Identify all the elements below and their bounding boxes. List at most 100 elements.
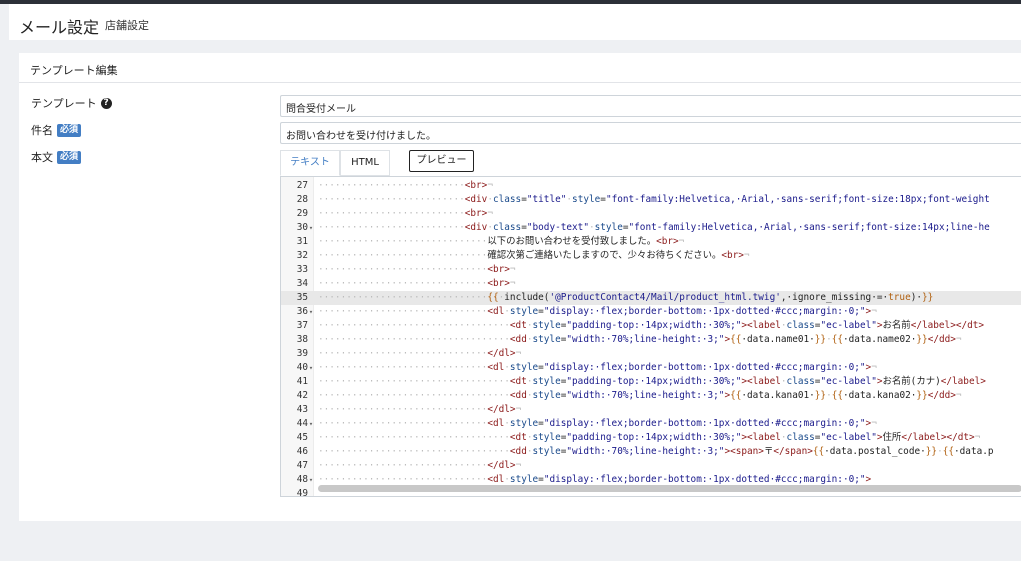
code-line[interactable]: 34 ······························<br>¬ bbox=[281, 277, 1021, 291]
code-line[interactable]: 38 ··································<dd·… bbox=[281, 333, 1021, 347]
line-number: 48 bbox=[296, 474, 308, 485]
line-number: 28 bbox=[296, 194, 308, 205]
indent-guide: ·································· bbox=[318, 334, 510, 345]
code-line[interactable]: 29 ··························<br>¬ bbox=[281, 207, 1021, 221]
code-token: ¬ bbox=[955, 334, 962, 345]
code-token: "display:·flex;border-bottom:·1px·dotted… bbox=[543, 474, 866, 485]
fold-arrow-icon[interactable]: ▾ bbox=[308, 221, 314, 235]
code-token: </dl> bbox=[487, 348, 516, 359]
code-token: <br> bbox=[464, 180, 488, 191]
code-token: </dd> bbox=[927, 390, 956, 401]
code-line[interactable]: 42 ··································<dd·… bbox=[281, 389, 1021, 403]
code-token: style bbox=[532, 320, 561, 331]
horizontal-scrollbar[interactable] bbox=[318, 485, 1021, 492]
code-token: <br> bbox=[464, 208, 488, 219]
code-token: ¬ bbox=[871, 418, 877, 429]
indent-guide: ······························ bbox=[318, 362, 488, 373]
code-token: }} bbox=[925, 446, 938, 457]
code-token: お名前 bbox=[882, 320, 911, 331]
code-token: </dd> bbox=[927, 334, 956, 345]
line-number: 34 bbox=[296, 278, 308, 289]
line-number: 39 bbox=[296, 348, 308, 359]
code-token: {{ bbox=[487, 292, 499, 303]
template-select[interactable]: 問合受付メール bbox=[280, 95, 1021, 117]
code-token: <dl bbox=[487, 418, 505, 429]
preview-button[interactable]: プレビュー bbox=[409, 150, 474, 172]
code-token: }} bbox=[814, 390, 827, 401]
line-number: 47 bbox=[296, 460, 308, 471]
code-token: ·data.p bbox=[954, 446, 994, 457]
code-line[interactable]: 37 ··································<dt·… bbox=[281, 319, 1021, 333]
code-line[interactable]: 44 ▾ ······························<dl·sty… bbox=[281, 417, 1021, 431]
code-text: ··································<dt·st… bbox=[318, 319, 984, 333]
indent-guide: ······························ bbox=[318, 348, 488, 359]
code-token: ¬ bbox=[487, 180, 493, 191]
tab-html[interactable]: HTML bbox=[340, 150, 390, 176]
code-line[interactable]: 47 ······························</dl>¬ bbox=[281, 459, 1021, 473]
code-token: <dt bbox=[509, 376, 527, 387]
code-token: {{ bbox=[831, 334, 844, 345]
code-token: ·data.kana02· bbox=[843, 390, 917, 401]
code-token: ><span> bbox=[724, 446, 764, 457]
indent-guide: ·························· bbox=[318, 194, 465, 205]
fold-arrow-icon[interactable]: ▾ bbox=[308, 417, 314, 431]
indent-guide: ·························· bbox=[318, 222, 465, 233]
code-token: "title" bbox=[526, 194, 567, 205]
code-line[interactable]: 31 ······························以下のお問い合わ… bbox=[281, 235, 1021, 249]
code-token: include bbox=[504, 292, 544, 303]
indent-guide: ······························ bbox=[318, 278, 488, 289]
code-token: "width:·70%;line-height:·3;" bbox=[566, 446, 725, 457]
fold-arrow-icon[interactable]: ▾ bbox=[308, 473, 314, 487]
code-line[interactable]: 40 ▾ ······························<dl·sty… bbox=[281, 361, 1021, 375]
code-line[interactable]: 32 ······························確認次第ご連絡い… bbox=[281, 249, 1021, 263]
tab-text[interactable]: テキスト bbox=[280, 150, 340, 176]
code-editor[interactable]: 27 ··························<br>¬ 28 ·····… bbox=[280, 176, 1021, 497]
code-line[interactable]: 30 ▾ ··························<div·class=… bbox=[281, 221, 1021, 235]
code-token: </label></dt> bbox=[901, 432, 975, 443]
code-text: ··································<dd·st… bbox=[318, 333, 962, 347]
page-subtitle: 店舗設定 bbox=[105, 19, 149, 32]
code-line[interactable]: 41 ··································<dt·… bbox=[281, 375, 1021, 389]
code-token: style bbox=[532, 446, 561, 457]
code-token: class bbox=[492, 222, 522, 233]
code-token: <dd bbox=[509, 334, 527, 345]
code-token: style bbox=[509, 362, 539, 373]
code-token: style bbox=[509, 474, 539, 485]
subject-input[interactable]: お問い合わせを受け付けました。 bbox=[280, 122, 1021, 144]
code-line[interactable]: 45 ··································<dt·… bbox=[281, 431, 1021, 445]
code-line[interactable]: 46 ··································<dd·… bbox=[281, 445, 1021, 459]
code-line[interactable]: 28 ··························<div·class="… bbox=[281, 193, 1021, 207]
code-token: "display:·flex;border-bottom:·1px·dotted… bbox=[543, 418, 866, 429]
code-token: <dt bbox=[509, 320, 527, 331]
code-line[interactable]: 35 ······························{{·inclu… bbox=[281, 291, 1021, 305]
code-token: "display:·flex;border-bottom:·1px·dotted… bbox=[543, 306, 866, 317]
line-number: 46 bbox=[296, 446, 308, 457]
indent-guide: ······························ bbox=[318, 460, 488, 471]
line-number: 37 bbox=[296, 320, 308, 331]
subject-label: 件名 必須 bbox=[31, 122, 82, 138]
line-number: 38 bbox=[296, 334, 308, 345]
question-circle-icon[interactable]: ? bbox=[100, 97, 112, 109]
indent-guide: ·································· bbox=[318, 320, 510, 331]
code-token: }} bbox=[922, 292, 934, 303]
indent-guide: ·························· bbox=[318, 208, 465, 219]
code-token: ·data.name02· bbox=[843, 334, 917, 345]
code-line[interactable]: 43 ······························</dl>¬ bbox=[281, 403, 1021, 417]
fold-arrow-icon[interactable]: ▾ bbox=[308, 361, 314, 375]
line-number: 41 bbox=[296, 376, 308, 387]
code-text: ······························{{·include… bbox=[318, 291, 933, 305]
code-token: class bbox=[786, 320, 815, 331]
code-line[interactable]: 27 ··························<br>¬ bbox=[281, 179, 1021, 193]
code-token: ·data.kana01· bbox=[741, 390, 815, 401]
indent-guide: ·································· bbox=[318, 446, 510, 457]
code-line[interactable]: 39 ······························</dl>¬ bbox=[281, 347, 1021, 361]
indent-guide: ·································· bbox=[318, 390, 510, 401]
code-line[interactable]: 33 ······························<br>¬ bbox=[281, 263, 1021, 277]
code-token: "ec-label" bbox=[820, 320, 877, 331]
code-line[interactable]: 36 ▾ ······························<dl·sty… bbox=[281, 305, 1021, 319]
line-number: 32 bbox=[296, 250, 308, 261]
fold-arrow-icon[interactable]: ▾ bbox=[308, 305, 314, 319]
code-text: ······························以下のお問い合わせを… bbox=[318, 235, 684, 249]
code-token: ·=· bbox=[871, 292, 889, 303]
code-text: ······························<dl·style=… bbox=[318, 305, 877, 319]
